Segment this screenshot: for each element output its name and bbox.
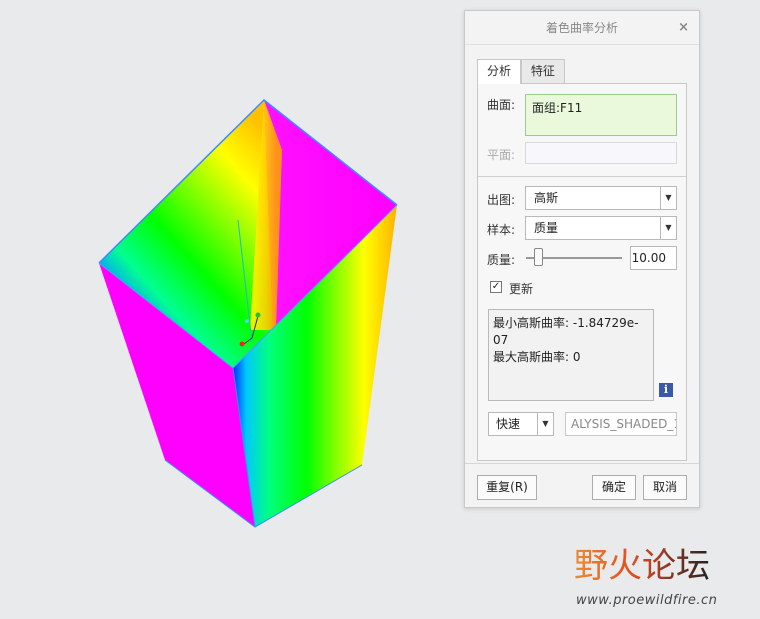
quality-input[interactable]: 10.00 <box>630 246 677 270</box>
chevron-down-icon: ▼ <box>660 217 676 239</box>
info-icon[interactable]: i <box>659 383 673 397</box>
sample-value: 质量 <box>534 221 559 235</box>
analysis-name-value: ALYSIS_SHADED_1 <box>571 417 677 431</box>
shaded-curvature-dialog: 着色曲率分析 × 分析 特征 曲面: 面组:F11 平面: 出图: 高斯 ▼ 样… <box>464 10 700 508</box>
analysis-name-input[interactable]: ALYSIS_SHADED_1 <box>565 412 677 436</box>
watermark-url: www.proewildfire.cn <box>576 593 718 608</box>
result-max: 最大高斯曲率: 0 <box>493 350 581 364</box>
repeat-button[interactable]: 重复(R) <box>477 475 537 500</box>
divider <box>478 176 686 177</box>
output-dropdown[interactable]: 高斯 ▼ <box>525 186 677 210</box>
surface-label: 曲面: <box>487 98 516 112</box>
surface-collector[interactable]: 面组:F11 <box>525 94 677 136</box>
sample-label: 样本: <box>487 223 516 237</box>
output-value: 高斯 <box>534 191 559 205</box>
forum-watermark: 野火论坛 www.proewildfire.cn <box>572 535 752 611</box>
quality-value: 10.00 <box>631 251 666 265</box>
watermark-title: 野火论坛 <box>574 546 710 586</box>
update-label: 更新 <box>509 282 534 296</box>
quality-slider-handle[interactable] <box>534 248 544 266</box>
mode-dropdown[interactable]: 快速 ▼ <box>488 412 554 436</box>
result-min: 最小高斯曲率: -1.84729e-07 <box>493 316 639 347</box>
analysis-panel: 曲面: 面组:F11 平面: 出图: 高斯 ▼ 样本: 质量 ▼ 质量: 10.… <box>477 83 687 461</box>
update-checkbox[interactable]: ✓ <box>490 281 502 293</box>
plane-label: 平面: <box>487 148 516 162</box>
chevron-down-icon: ▼ <box>660 187 676 209</box>
ok-button[interactable]: 确定 <box>592 475 636 500</box>
mode-value: 快速 <box>496 417 521 431</box>
surface-value: 面组:F11 <box>532 101 583 115</box>
chevron-down-icon: ▼ <box>537 413 553 435</box>
output-label: 出图: <box>487 193 516 207</box>
quality-label: 质量: <box>487 253 516 267</box>
cancel-button[interactable]: 取消 <box>643 475 687 500</box>
sample-dropdown[interactable]: 质量 ▼ <box>525 216 677 240</box>
watermark-logo: 野火论坛 <box>574 546 710 586</box>
tab-bar: 分析 特征 <box>477 59 565 84</box>
checkmark-icon: ✓ <box>491 281 501 292</box>
tab-analysis[interactable]: 分析 <box>477 59 522 84</box>
close-icon[interactable]: × <box>678 11 689 45</box>
dialog-titlebar[interactable]: 着色曲率分析 × <box>465 11 699 45</box>
tab-feature[interactable]: 特征 <box>520 59 565 83</box>
results-box: 最小高斯曲率: -1.84729e-07 最大高斯曲率: 0 <box>488 309 654 401</box>
dialog-title: 着色曲率分析 <box>545 21 618 35</box>
footer-divider <box>465 463 699 464</box>
plane-collector[interactable] <box>525 142 677 164</box>
